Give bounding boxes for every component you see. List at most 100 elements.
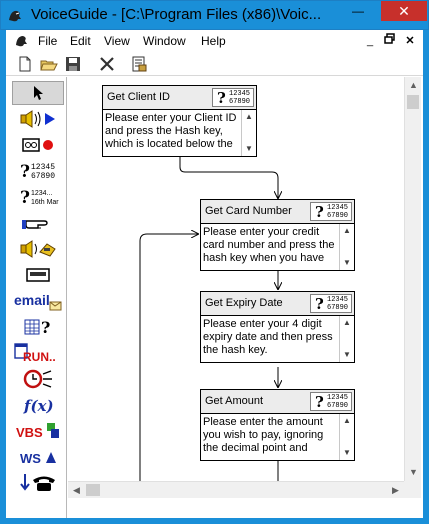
module-prompt-text: Please enter your credit card number and… [203,226,335,264]
toolbar [6,52,423,76]
vbs-icon: VBS [16,423,59,440]
menu-help[interactable]: Help [201,34,226,48]
module-get-card-number[interactable]: Get Card Number ? 12345 67890 Please ente… [200,199,355,271]
flow-canvas[interactable]: Get Client ID ? 12345 67890 Please enter … [68,77,404,481]
clock-icon [23,369,52,389]
scroll-corner [404,481,421,498]
voiceguide-app-icon [9,10,21,22]
database-query-tool[interactable]: ? [12,315,64,339]
svg-text:16th Mar: 16th Mar [31,199,59,206]
speaker-play-icon [20,110,55,128]
properties-icon[interactable] [130,55,148,73]
module-scrollbar[interactable]: ▲ ▼ [339,316,354,362]
mdi-minimize-button[interactable]: _ [362,33,378,49]
module-scrollbar[interactable]: ▲ ▼ [339,414,354,460]
window-frame-bottom [0,518,429,524]
canvas-vertical-scrollbar[interactable]: ▲ ▼ [404,77,421,481]
run-program-tool[interactable]: RUN.. [12,341,64,365]
mdi-restore-button[interactable] [382,33,398,49]
menu-bar: File Edit View Window Help _ ✕ [6,30,423,52]
time-switch-tool[interactable] [12,367,64,391]
close-button[interactable]: ✕ [381,1,427,21]
delete-icon[interactable] [98,55,116,73]
module-prompt-text: Please enter the amount you wish to pay,… [203,416,324,458]
horizontal-scroll-thumb[interactable] [86,484,100,496]
menu-edit[interactable]: Edit [70,34,91,48]
scroll-up-icon[interactable]: ▲ [343,226,351,235]
menu-window[interactable]: Window [143,34,186,48]
badge-digits: 12345 67890 [327,204,349,220]
module-header[interactable]: Get Client ID ? 12345 67890 [103,86,256,110]
arrow-pointer-icon [34,86,43,100]
module-header[interactable]: Get Amount ? 12345 67890 [201,390,354,414]
function-icon: f(x) [23,397,54,415]
window-titlebar[interactable]: VoiceGuide - [C:\Program Files (x86)\Voi… [0,0,429,30]
play-tool[interactable] [12,107,64,131]
module-get-amount[interactable]: Get Amount ? 12345 67890 Please enter the… [200,389,355,461]
module-header[interactable]: Get Expiry Date ? 12345 67890 [201,292,354,316]
scroll-up-arrow-icon[interactable]: ▲ [405,77,422,94]
svg-text:?: ? [41,318,50,337]
question-numbers-icon: ? 12345 67890 [20,162,55,182]
svg-text:67890: 67890 [31,172,55,181]
scroll-up-icon[interactable]: ▲ [245,112,253,121]
document-app-icon[interactable] [14,33,30,49]
badge-question: ? [217,89,226,107]
scroll-down-icon[interactable]: ▼ [343,448,351,457]
svg-text:?: ? [20,188,30,208]
module-title: Get Amount [205,395,264,407]
svg-text:?: ? [20,162,30,182]
email-tool[interactable]: email [12,289,64,313]
minimize-button[interactable]: — [344,1,372,21]
make-call-tool[interactable] [12,471,64,495]
scroll-up-icon[interactable]: ▲ [343,318,351,327]
module-get-client-id[interactable]: Get Client ID ? 12345 67890 Please enter … [102,85,257,157]
badge-question: ? [315,393,324,411]
transfer-tool[interactable] [12,211,64,235]
get-numbers-icon: ? 12345 67890 [310,392,352,411]
module-get-expiry-date[interactable]: Get Expiry Date ? 12345 67890 Please ente… [200,291,355,363]
send-pager-tool[interactable] [12,263,64,287]
ws-icon: WS [20,451,56,466]
connector-clientid-to-card [179,154,278,198]
web-service-tool[interactable]: WS [12,445,64,469]
get-numbers-icon: ? 12345 67890 [310,202,352,221]
restore-icon [384,33,395,44]
menu-file[interactable]: File [38,34,57,48]
menu-view[interactable]: View [104,34,130,48]
say-date-tool[interactable]: ? 1234... 16th Mar [12,185,64,209]
window-frame-right [423,30,429,524]
grid-question-icon: ? [24,318,50,337]
canvas-horizontal-scrollbar[interactable]: ◀ ▶ [68,481,404,498]
voicemail-tool[interactable] [12,237,64,261]
module-scrollbar[interactable]: ▲ ▼ [339,224,354,270]
svg-text:12345: 12345 [31,163,55,172]
scroll-down-arrow-icon[interactable]: ▼ [405,464,422,481]
module-scrollbar[interactable]: ▲ ▼ [241,110,256,156]
scroll-down-icon[interactable]: ▼ [245,144,253,153]
pointer-tool[interactable] [12,81,64,105]
evaluate-expression-tool[interactable]: f(x) [12,393,64,417]
vbs-tool[interactable]: VBS [12,419,64,443]
mdi-close-button[interactable]: ✕ [402,33,418,49]
module-title: Get Card Number [205,205,292,217]
tape-record-icon [22,138,53,152]
scroll-up-icon[interactable]: ▲ [343,416,351,425]
window-title: VoiceGuide - [C:\Program Files (x86)\Voi… [31,6,322,23]
get-numbers-icon: ? 12345 67890 [310,294,352,313]
get-numbers-tool[interactable]: ? 12345 67890 [12,159,64,183]
record-tool[interactable] [12,133,64,157]
module-header[interactable]: Get Card Number ? 12345 67890 [201,200,354,224]
tool-palette: ? 12345 67890 ? 1234... 16th Mar email ?… [6,77,67,518]
scroll-down-icon[interactable]: ▼ [343,350,351,359]
module-title: Get Client ID [107,91,170,103]
scroll-down-icon[interactable]: ▼ [343,258,351,267]
scroll-right-arrow-icon[interactable]: ▶ [387,482,404,499]
new-icon[interactable] [16,55,34,73]
scroll-left-arrow-icon[interactable]: ◀ [68,482,85,499]
open-icon[interactable] [40,55,58,73]
save-icon[interactable] [64,55,82,73]
vertical-scroll-thumb[interactable] [407,95,419,109]
date-icon: ? 1234... 16th Mar [20,188,59,208]
outbound-phone-icon [20,474,55,491]
